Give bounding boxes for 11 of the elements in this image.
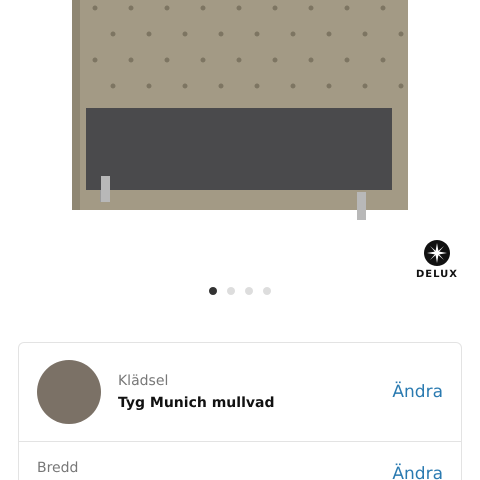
carousel-dot[interactable] <box>263 287 271 295</box>
option-label: Klädsel <box>118 373 170 389</box>
carousel-dot[interactable] <box>245 287 253 295</box>
change-link[interactable]: Ändra <box>392 464 443 480</box>
brand-name: DELUX <box>416 269 458 280</box>
carousel-dot[interactable] <box>209 287 217 295</box>
option-label: Bredd <box>37 460 80 476</box>
option-value: Tyg Munich mullvad <box>118 395 276 411</box>
star-logo-icon <box>424 240 450 266</box>
carousel-dot[interactable] <box>227 287 235 295</box>
change-link[interactable]: Ändra <box>392 382 443 402</box>
